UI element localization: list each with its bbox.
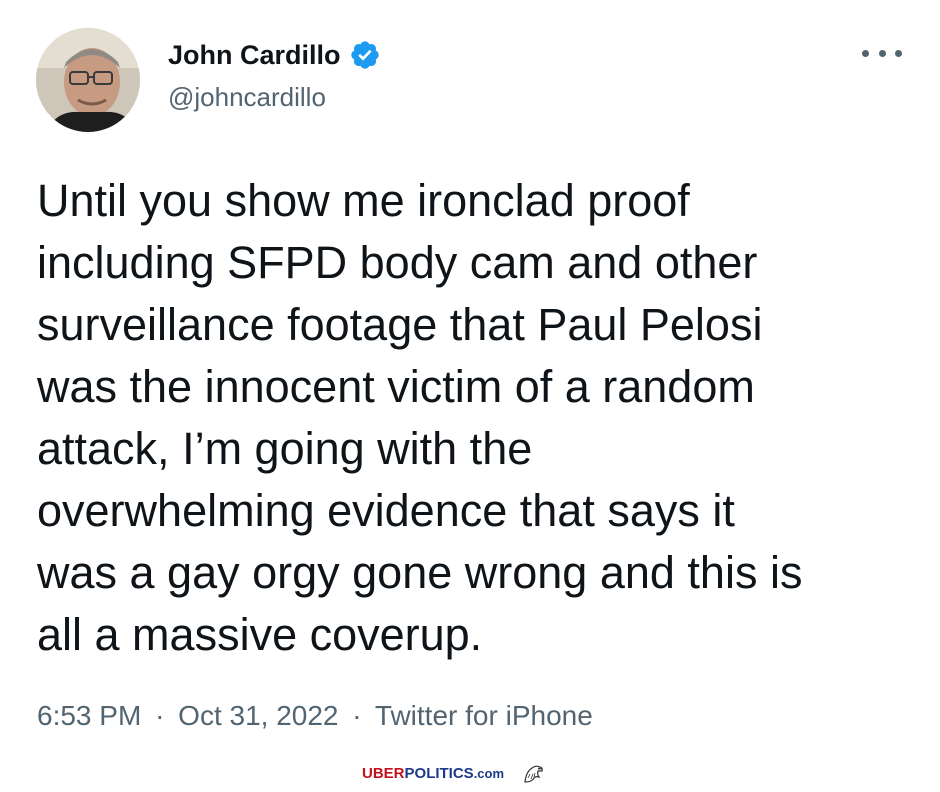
watermark-part: .com	[473, 766, 505, 781]
eagle-icon	[520, 762, 546, 786]
tweet-source[interactable]: Twitter for iPhone	[375, 700, 593, 731]
tweet-text-line: attack, I’m going with the	[37, 423, 533, 474]
more-options-icon	[895, 49, 902, 57]
more-options-icon	[862, 49, 869, 57]
tweet-meta: 6:53 PM · Oct 31, 2022 · Twitter for iPh…	[37, 697, 593, 735]
tweet-text-line: Until you show me ironclad proof	[37, 175, 690, 226]
more-options-button[interactable]	[862, 38, 902, 68]
tweet-text: Until you show me ironclad proof includi…	[37, 170, 917, 666]
watermark: UBER POLITICS .com	[362, 762, 546, 786]
display-name-text: John Cardillo	[168, 40, 341, 70]
tweet-text-line: including SFPD body cam and other	[37, 237, 758, 288]
meta-separator: ·	[352, 700, 362, 731]
tweet-text-line: surveillance footage that Paul Pelosi	[37, 299, 763, 350]
watermark-part: UBER	[362, 765, 405, 782]
tweet-text-line: was a gay orgy gone wrong and this is	[37, 547, 803, 598]
more-options-icon	[878, 49, 886, 57]
watermark-part: POLITICS	[404, 765, 474, 782]
tweet-date[interactable]: Oct 31, 2022	[178, 700, 338, 731]
user-handle[interactable]: @johncardillo	[168, 80, 326, 114]
meta-separator: ·	[155, 700, 165, 731]
verified-badge-icon	[349, 39, 381, 71]
tweet-text-line: was the innocent victim of a random	[37, 361, 755, 412]
tweet-text-line: overwhelming evidence that says it	[37, 485, 735, 536]
tweet-time[interactable]: 6:53 PM	[37, 700, 141, 731]
display-name[interactable]: John Cardillo	[168, 38, 381, 72]
avatar-image	[36, 28, 140, 132]
avatar[interactable]	[36, 28, 140, 132]
tweet-text-line: all a massive coverup.	[37, 609, 483, 660]
